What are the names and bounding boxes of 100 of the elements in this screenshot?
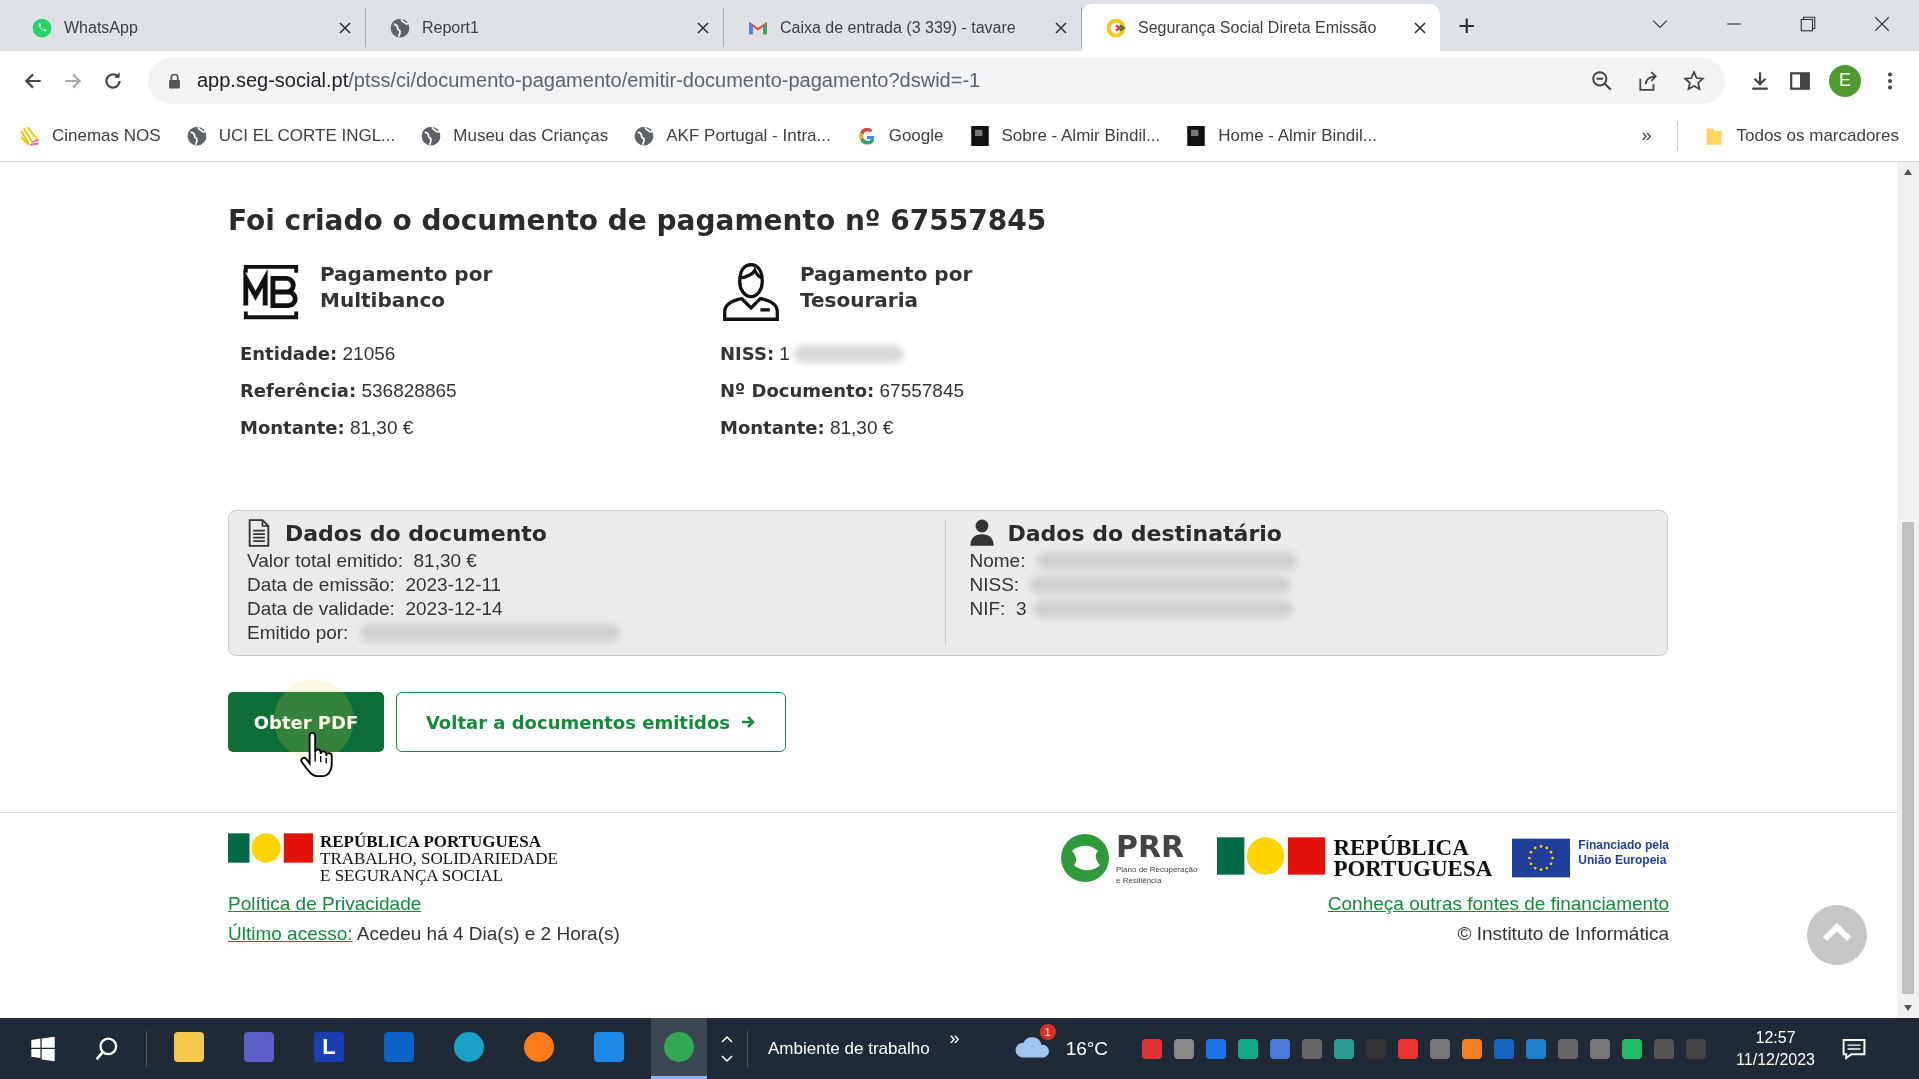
restore-icon[interactable]: [1799, 15, 1817, 33]
toolbar-expand-button[interactable]: »: [949, 1028, 960, 1049]
tray-icon[interactable]: [1398, 1038, 1419, 1059]
scroll-up-icon[interactable]: [1903, 168, 1913, 176]
globe-icon: [421, 125, 442, 146]
new-tab-button[interactable]: +: [1458, 9, 1476, 43]
copyright-text: © Instituto de Informática: [1457, 923, 1669, 945]
globe-icon: [634, 125, 655, 146]
eu-funding-text: Financiado pela União Europeia: [1578, 838, 1669, 868]
stripes-icon: [20, 125, 40, 146]
tray-icon[interactable]: [1206, 1038, 1227, 1059]
app-icon: [244, 1032, 274, 1062]
tray-icon[interactable]: [1558, 1038, 1579, 1059]
back-to-documents-button[interactable]: Voltar a documentos emitidos: [396, 692, 786, 752]
circle-logo-icon: [1060, 833, 1110, 883]
windows-logo-icon[interactable]: [30, 1035, 56, 1062]
bookmark[interactable]: AKF Portugal - Intra...: [634, 125, 831, 146]
taskbar-app[interactable]: L: [301, 1018, 357, 1079]
desktop-toolbar-label[interactable]: Ambiente de trabalho: [768, 1038, 930, 1059]
document-icon: [247, 519, 271, 547]
bookmark[interactable]: Cinemas NOS: [20, 125, 161, 146]
close-tab-icon[interactable]: [1055, 21, 1067, 34]
last-access-link[interactable]: Último acesso:: [228, 923, 353, 944]
section-title: Dados do documento: [285, 520, 547, 546]
bookmark[interactable]: UCI EL CORTE INGL...: [186, 125, 396, 146]
search-icon[interactable]: [94, 1035, 120, 1062]
detail-line: Emitido por:: [247, 621, 350, 645]
scrollbar[interactable]: [1897, 162, 1919, 1018]
eu-flag-icon: [1512, 838, 1571, 878]
close-tab-icon[interactable]: [1414, 21, 1426, 34]
app-icon: [524, 1032, 554, 1062]
bookmark[interactable]: Google: [856, 125, 944, 146]
chat-bubble-icon: [32, 17, 52, 38]
close-tab-icon[interactable]: [339, 21, 351, 34]
taskbar-app[interactable]: [651, 1018, 707, 1079]
globe-icon: [186, 125, 207, 146]
payment-method-title: Pagamento por Tesouraria: [800, 261, 973, 313]
bookmark[interactable]: Home - Almir Bindil...: [1186, 125, 1377, 146]
get-pdf-button[interactable]: Obter PDF: [228, 692, 384, 752]
clock[interactable]: 12:57 11/12/2023: [1736, 1026, 1815, 1071]
browser-tab[interactable]: Segurança Social Direta Emissão: [1082, 4, 1440, 51]
detail-line: NISS:: [969, 573, 1021, 597]
scroll-down-icon[interactable]: [1903, 1004, 1913, 1012]
republic-logo-text: REPÚBLICA PORTUGUESA: [1333, 837, 1493, 879]
payment-method-title: Pagamento por Multibanco: [320, 261, 493, 313]
detail-line: Valor total emitido: 81,30 €: [247, 549, 477, 573]
all-bookmarks-folder[interactable]: Todos os marcadores: [1704, 125, 1899, 146]
tray-icon[interactable]: [1526, 1038, 1547, 1059]
lock-icon: [168, 72, 181, 89]
tray-icon[interactable]: [1622, 1038, 1643, 1059]
payment-detail: Montante: 81,30 €: [720, 416, 894, 439]
detail-line: Data de emissão: 2023-12-11: [247, 573, 502, 597]
browser-tab[interactable]: WhatsApp: [8, 8, 366, 47]
person-bust-icon: [720, 261, 782, 323]
tray-icon[interactable]: [1462, 1038, 1483, 1059]
funding-sources-link[interactable]: Conheça outras fontes de financiamento: [1327, 893, 1669, 915]
payment-detail: Referência: 536828865: [240, 379, 457, 402]
tray-icon[interactable]: [1270, 1038, 1291, 1059]
share-icon[interactable]: [1637, 69, 1659, 92]
folder-icon: [174, 1032, 204, 1062]
flag-shapes-icon: [228, 832, 316, 863]
payment-detail: Entidade: 21056: [240, 342, 396, 365]
app-icon: [454, 1032, 484, 1062]
user-icon: [969, 519, 994, 547]
notification-badge: 1: [1039, 1023, 1056, 1040]
dark-square-icon: [1186, 125, 1207, 146]
profile-avatar[interactable]: E: [1829, 64, 1861, 97]
tray-icon[interactable]: [1334, 1038, 1355, 1059]
payment-detail: Nº Documento: 67557845: [720, 379, 965, 402]
side-panel-icon[interactable]: [1789, 69, 1811, 92]
tray-icon[interactable]: [1302, 1038, 1323, 1059]
page-heading: Foi criado o documento de pagamento nº 67557845: [228, 204, 1048, 237]
payment-detail: Montante: 81,30 €: [240, 416, 414, 439]
dark-square-icon: [969, 125, 990, 146]
bookmark[interactable]: Sobre - Almir Bindil...: [969, 125, 1161, 146]
detail-line: Data de validade: 2023-12-14: [247, 597, 503, 621]
more-bookmarks-button[interactable]: »: [1641, 125, 1652, 146]
envelope-icon: [594, 1032, 624, 1062]
bookmark[interactable]: Museu das Crianças: [421, 125, 609, 146]
tray-icon[interactable]: [1494, 1038, 1515, 1059]
tray-icon[interactable]: [1590, 1038, 1611, 1059]
ministry-logo-text: REPÚBLICA PORTUGUESA TRABALHO, SOLIDARIEDADE E SEGURANÇA SOCIAL: [320, 832, 558, 884]
prr-logo-text: PRR Plano de Recuperação e Resiliência: [1116, 831, 1198, 885]
tray-icon[interactable]: [1238, 1038, 1259, 1059]
address-bar[interactable]: app.seg-social.pt/ptss/ci/documento-pagamento/emitir-documento-pagamento?dswid=-1: [148, 57, 1725, 104]
zoom-out-icon[interactable]: [1591, 69, 1613, 92]
tray-icon[interactable]: [1174, 1038, 1195, 1059]
close-icon[interactable]: [1873, 15, 1891, 33]
detail-line: Nome:: [969, 549, 1027, 573]
reload-icon[interactable]: [102, 69, 124, 92]
tray-icon[interactable]: [1142, 1038, 1163, 1059]
privacy-policy-link[interactable]: Política de Privacidade: [228, 893, 422, 915]
app-icon: [664, 1032, 694, 1062]
download-icon[interactable]: [1749, 69, 1771, 92]
tray-icon[interactable]: [1430, 1038, 1451, 1059]
swirl-logo-icon: [1106, 17, 1126, 38]
chevron-up-down-icon[interactable]: [721, 1033, 733, 1064]
star-icon[interactable]: [1683, 69, 1705, 92]
close-tab-icon[interactable]: [697, 21, 709, 34]
browser-tab[interactable]: Report1: [366, 8, 724, 47]
